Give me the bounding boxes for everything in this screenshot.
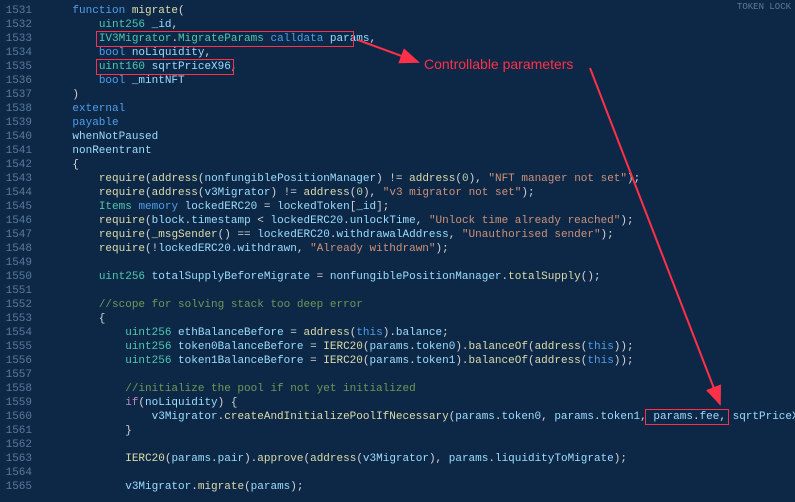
- line-number: 1548: [4, 242, 32, 256]
- line-number: 1555: [4, 340, 32, 354]
- tab-hint: TOKEN LOCK: [733, 0, 795, 14]
- line-number: 1545: [4, 200, 32, 214]
- line-number: 1532: [4, 18, 32, 32]
- code-line[interactable]: IERC20(params.pair).approve(address(v3Mi…: [46, 452, 795, 466]
- code-line[interactable]: whenNotPaused: [46, 130, 795, 144]
- code-line[interactable]: [46, 466, 795, 480]
- line-number: 1550: [4, 270, 32, 284]
- code-line[interactable]: [46, 368, 795, 382]
- line-number: 1563: [4, 452, 32, 466]
- code-line[interactable]: nonReentrant: [46, 144, 795, 158]
- code-line[interactable]: require(block.timestamp < lockedERC20.un…: [46, 214, 795, 228]
- code-line[interactable]: require(address(v3Migrator) != address(0…: [46, 186, 795, 200]
- line-number: 1540: [4, 130, 32, 144]
- line-number: 1549: [4, 256, 32, 270]
- code-line[interactable]: payable: [46, 116, 795, 130]
- line-number: 1543: [4, 172, 32, 186]
- line-number: 1534: [4, 46, 32, 60]
- line-number: 1560: [4, 410, 32, 424]
- line-number: 1557: [4, 368, 32, 382]
- code-line[interactable]: {: [46, 158, 795, 172]
- line-number: 1542: [4, 158, 32, 172]
- line-number: 1544: [4, 186, 32, 200]
- code-line[interactable]: ): [46, 88, 795, 102]
- line-number: 1558: [4, 382, 32, 396]
- line-number: 1561: [4, 424, 32, 438]
- code-line[interactable]: v3Migrator.createAndInitializePoolIfNece…: [46, 410, 795, 424]
- code-line[interactable]: if(noLiquidity) {: [46, 396, 795, 410]
- code-line[interactable]: uint256 ethBalanceBefore = address(this)…: [46, 326, 795, 340]
- code-line[interactable]: external: [46, 102, 795, 116]
- line-number: 1551: [4, 284, 32, 298]
- code-line[interactable]: //initialize the pool if not yet initial…: [46, 382, 795, 396]
- line-number: 1556: [4, 354, 32, 368]
- line-number: 1552: [4, 298, 32, 312]
- code-line[interactable]: uint160 sqrtPriceX96,: [46, 60, 795, 74]
- code-line[interactable]: require(!lockedERC20.withdrawn, "Already…: [46, 242, 795, 256]
- line-number: 1539: [4, 116, 32, 130]
- code-line[interactable]: }: [46, 424, 795, 438]
- line-number: 1547: [4, 228, 32, 242]
- code-line[interactable]: uint256 token0BalanceBefore = IERC20(par…: [46, 340, 795, 354]
- code-line[interactable]: function migrate(: [46, 4, 795, 18]
- line-number: 1554: [4, 326, 32, 340]
- line-number: 1536: [4, 74, 32, 88]
- code-area[interactable]: function migrate( uint256 _id, IV3Migrat…: [42, 0, 795, 502]
- line-number: 1541: [4, 144, 32, 158]
- code-line[interactable]: {: [46, 312, 795, 326]
- line-number: 1562: [4, 438, 32, 452]
- code-line[interactable]: v3Migrator.migrate(params);: [46, 480, 795, 494]
- code-line[interactable]: bool _mintNFT: [46, 74, 795, 88]
- code-line[interactable]: Items memory lockedERC20 = lockedToken[_…: [46, 200, 795, 214]
- line-number: 1531: [4, 4, 32, 18]
- code-line[interactable]: require(address(nonfungiblePositionManag…: [46, 172, 795, 186]
- code-line[interactable]: [46, 438, 795, 452]
- code-line[interactable]: [46, 256, 795, 270]
- line-number: 1538: [4, 102, 32, 116]
- line-number-gutter: 1531153215331534153515361537153815391540…: [0, 0, 42, 502]
- line-number: 1546: [4, 214, 32, 228]
- code-line[interactable]: uint256 totalSupplyBeforeMigrate = nonfu…: [46, 270, 795, 284]
- code-line[interactable]: uint256 _id,: [46, 18, 795, 32]
- code-line[interactable]: bool noLiquidity,: [46, 46, 795, 60]
- line-number: 1533: [4, 32, 32, 46]
- line-number: 1565: [4, 480, 32, 494]
- line-number: 1564: [4, 466, 32, 480]
- line-number: 1537: [4, 88, 32, 102]
- code-line[interactable]: require(_msgSender() == lockedERC20.with…: [46, 228, 795, 242]
- code-line[interactable]: [46, 284, 795, 298]
- code-line[interactable]: uint256 token1BalanceBefore = IERC20(par…: [46, 354, 795, 368]
- line-number: 1553: [4, 312, 32, 326]
- code-line[interactable]: //scope for solving stack too deep error: [46, 298, 795, 312]
- code-line[interactable]: IV3Migrator.MigrateParams calldata param…: [46, 32, 795, 46]
- code-editor: 1531153215331534153515361537153815391540…: [0, 0, 795, 502]
- line-number: 1535: [4, 60, 32, 74]
- line-number: 1559: [4, 396, 32, 410]
